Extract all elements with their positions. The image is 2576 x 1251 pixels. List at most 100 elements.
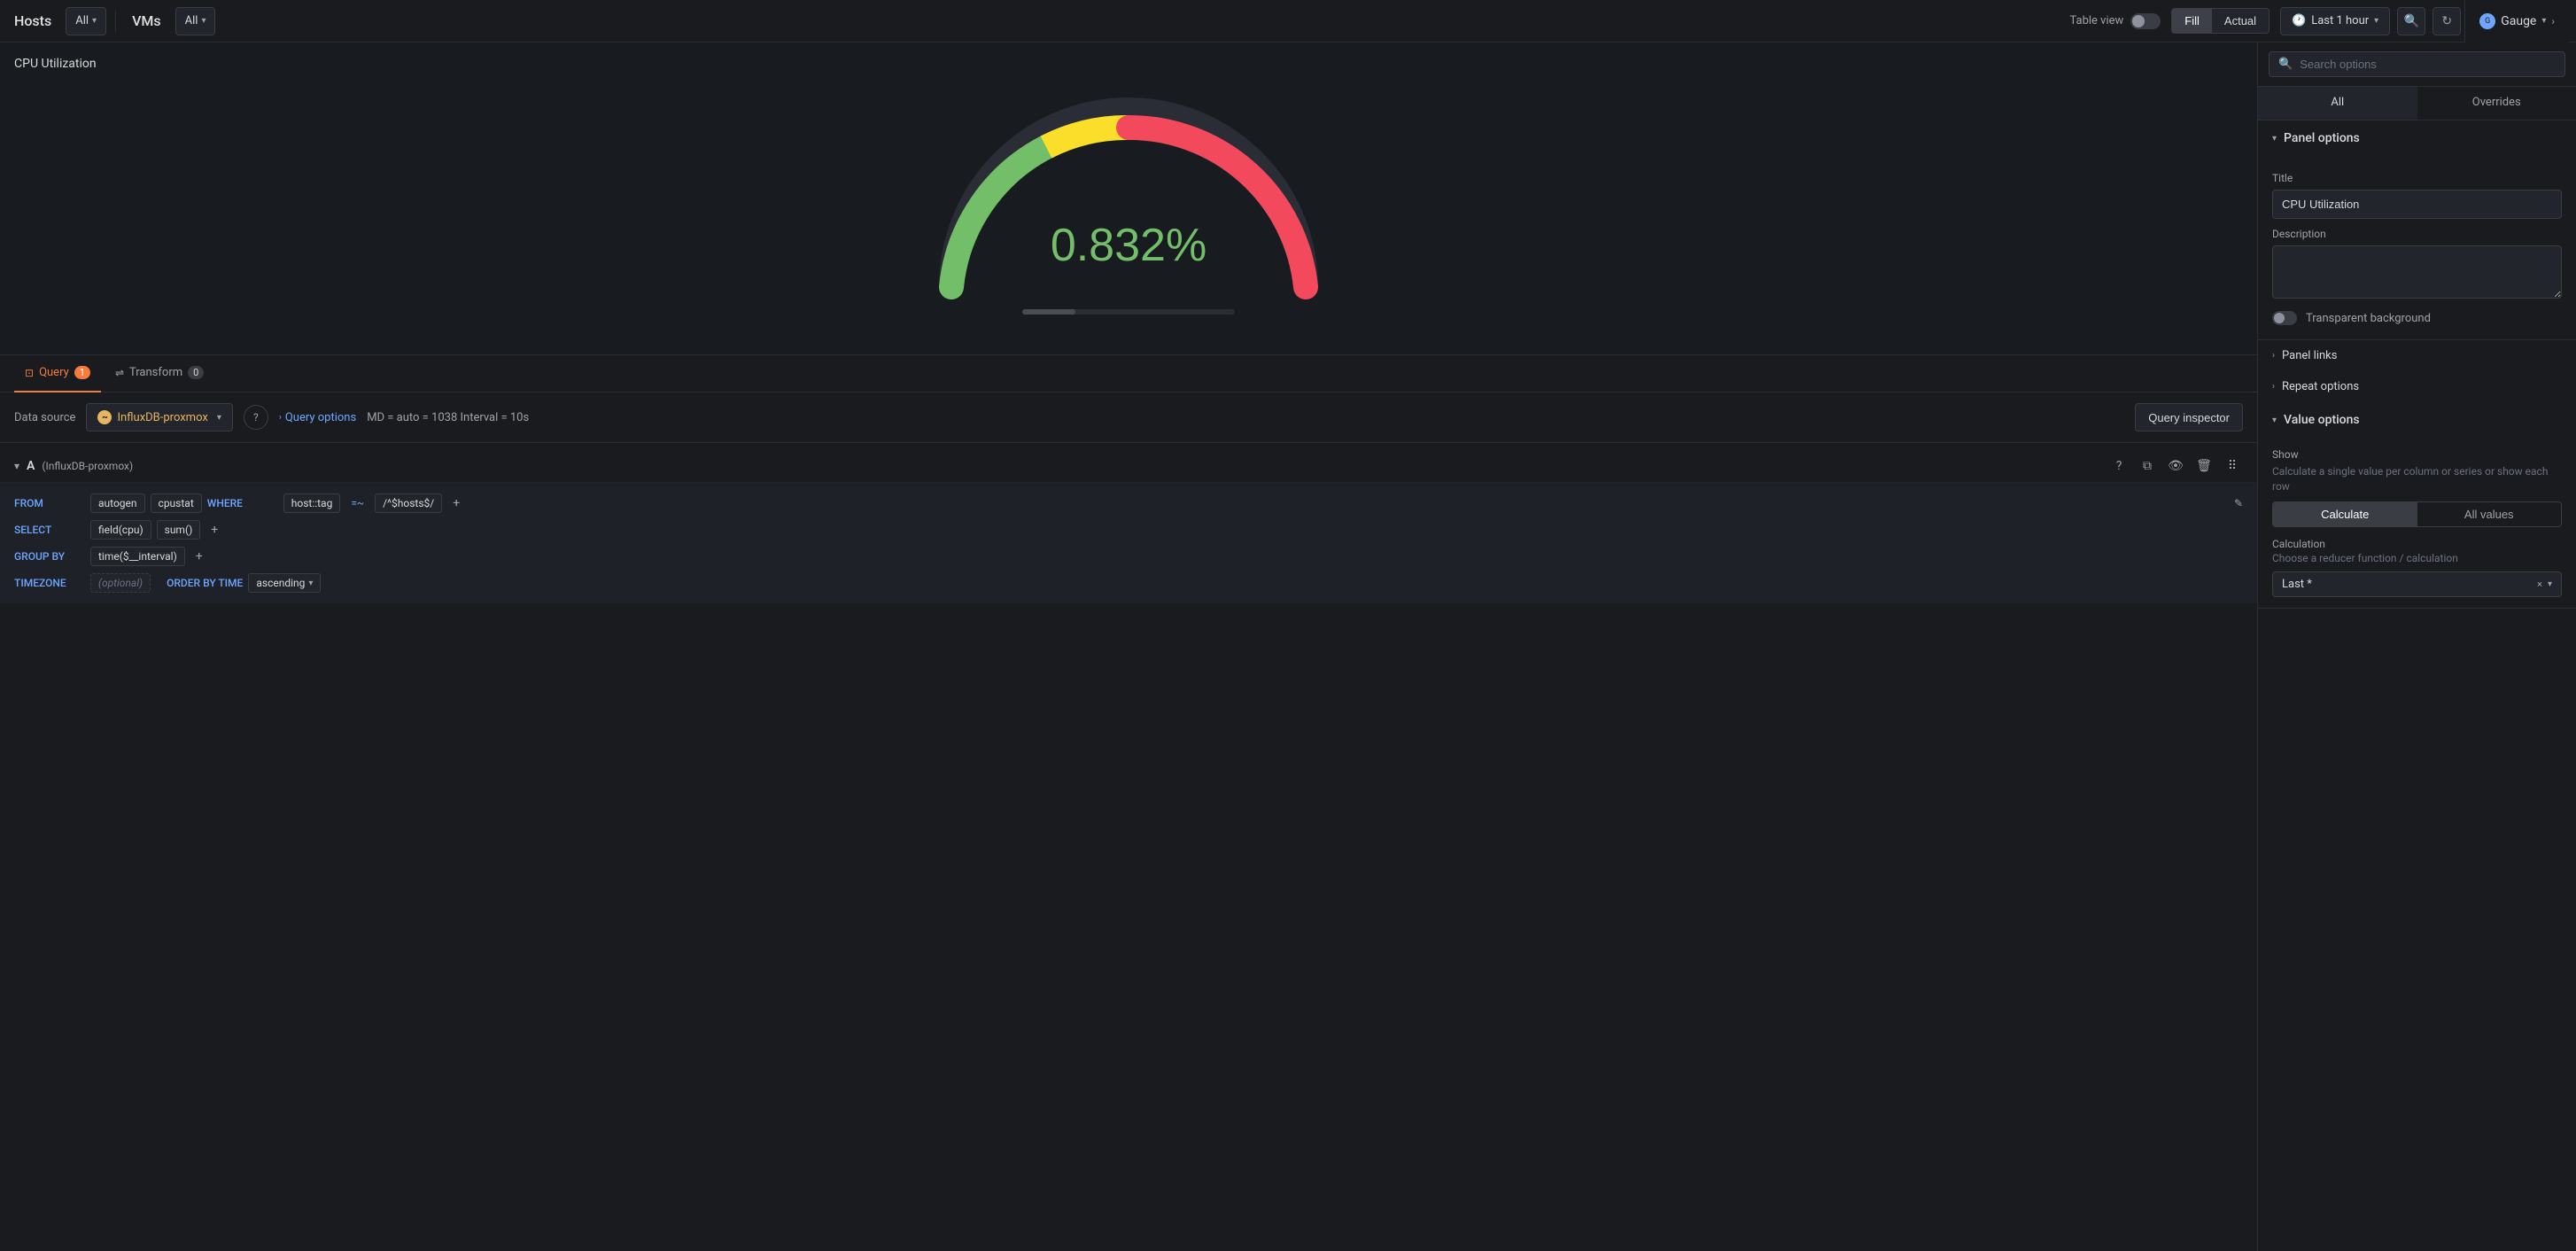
time-chevron-icon: ▾ [2374,16,2378,26]
query-options-expand-icon: › [279,413,282,423]
timezone-row: TIMEZONE (optional) ORDER BY TIME ascend… [14,570,2243,596]
gauge-icon: G [2479,13,2495,29]
select-keyword: SELECT [14,524,85,536]
tab-transform[interactable]: ⇌ Transform 0 [105,355,214,392]
select-sum[interactable]: sum() [157,520,201,540]
chart-title: CPU Utilization [14,57,97,71]
query-actions: ? ⧉ 👁 🗑 ⠿ [2108,455,2243,477]
query-source-name: (InfluxDB-proxmox) [42,460,133,472]
panel-links-title: Panel links [2282,349,2337,362]
table-view-label: Table view [2069,14,2123,27]
group-by-time[interactable]: time($__interval) [90,547,185,566]
select-add-button[interactable]: + [206,521,223,539]
value-options-title: Value options [2284,413,2360,427]
calc-select[interactable]: Last * × ▾ [2272,571,2562,597]
top-nav: Hosts All ▾ VMs All ▾ Table view Fill Ac… [0,0,2576,43]
gauge-svg: 0.832% [898,66,1359,331]
hosts-dropdown[interactable]: All ▾ [66,7,106,35]
repeat-options-header[interactable]: › Repeat options [2258,371,2576,402]
main-layout: CPU Utilization 0.832% [0,43,2576,1251]
nav-separator [115,11,116,32]
value-options-chevron-icon: ▾ [2272,416,2277,425]
order-chevron-icon: ▾ [308,579,313,588]
query-builder: ▾ A (InfluxDB-proxmox) ? ⧉ 👁 🗑 ⠿ [0,443,2257,610]
info-button[interactable]: ? [244,405,268,430]
transparent-bg-label: Transparent background [2306,312,2431,325]
fill-button[interactable]: Fill [2172,9,2212,33]
group-by-keyword: GROUP BY [14,550,85,563]
panel-chevron-icon: ▾ [2541,16,2546,26]
value-options-section: ▾ Value options Show Calculate a single … [2258,402,2576,609]
tab-overrides[interactable]: Overrides [2417,87,2576,120]
show-label: Show [2272,448,2562,461]
where-add-button[interactable]: + [447,494,465,512]
calc-label: Calculation [2272,538,2562,550]
zoom-out-icon: 🔍 [2403,14,2418,28]
gauge-panel-button[interactable]: G Gauge ▾ › [2464,0,2569,43]
query-delete-button[interactable]: 🗑 [2193,455,2215,477]
from-value-autogen[interactable]: autogen [90,493,145,513]
query-duplicate-button[interactable]: ⧉ [2137,455,2158,477]
select-field-cpu[interactable]: field(cpu) [90,520,151,540]
vms-dropdown[interactable]: All ▾ [175,7,216,35]
title-field-label: Title [2272,172,2562,184]
datasource-select[interactable]: ~ InfluxDB-proxmox ▾ [86,403,232,431]
calculate-button[interactable]: Calculate [2273,502,2417,526]
timezone-input[interactable]: (optional) [90,573,151,593]
datasource-chevron-icon: ▾ [217,413,221,423]
query-tabs: ⊡ Query 1 ⇌ Transform 0 [0,355,2257,392]
query-help-button[interactable]: ? [2108,455,2130,477]
table-view-toggle: Table view [2069,13,2161,29]
query-options-link[interactable]: › Query options [279,411,356,424]
panel-options-header[interactable]: ▾ Panel options [2258,120,2576,156]
query-drag-button[interactable]: ⠿ [2222,455,2243,477]
panel-links-chevron-icon: › [2272,351,2275,361]
tab-all[interactable]: All [2258,87,2417,120]
show-desc: Calculate a single value per column or s… [2272,464,2562,494]
panel-links-header[interactable]: › Panel links [2258,340,2576,371]
refresh-button[interactable]: ↻ [2432,7,2461,35]
where-value[interactable]: /^$hosts$/ [375,493,442,513]
gauge-container: 0.832% [14,57,2243,340]
transparent-bg-toggle[interactable] [2272,311,2297,325]
value-options-header[interactable]: ▾ Value options [2258,402,2576,438]
query-panel: ⊡ Query 1 ⇌ Transform 0 Data source ~ In… [0,354,2257,1251]
calc-chevron-icon: ▾ [2548,579,2552,589]
panel-desc-input[interactable] [2272,245,2562,299]
group-by-add-button[interactable]: + [190,548,208,565]
from-value-cpustat[interactable]: cpustat [151,493,202,513]
collapse-button[interactable]: ▾ [14,460,19,472]
where-tag[interactable]: host::tag [283,493,341,513]
panel-options-chevron-icon: ▾ [2272,134,2277,144]
query-letter: A [27,459,35,473]
hosts-chevron-icon: ▾ [92,16,97,26]
calc-desc: Choose a reducer function / calculation [2272,552,2562,564]
query-inspector-button[interactable]: Query inspector [2135,403,2243,431]
panel-title-input[interactable] [2272,190,2562,219]
all-values-button[interactable]: All values [2417,502,2562,526]
query-row-header: ▾ A (InfluxDB-proxmox) ? ⧉ 👁 🗑 ⠿ [0,450,2257,483]
transform-badge: 0 [188,366,204,379]
hosts-label: Hosts [7,12,58,29]
tab-query[interactable]: ⊡ Query 1 [14,355,101,392]
query-icon: ⊡ [25,367,34,379]
zoom-out-button[interactable]: 🔍 [2397,7,2425,35]
query-visibility-button[interactable]: 👁 [2165,455,2186,477]
actual-button[interactable]: Actual [2212,9,2269,33]
desc-field-label: Description [2272,228,2562,240]
calc-clear-icon[interactable]: × [2537,579,2542,590]
repeat-options-title: Repeat options [2282,380,2359,393]
chart-area: CPU Utilization 0.832% [0,43,2257,354]
show-options-row: Calculate All values [2272,501,2562,527]
table-view-switch[interactable] [2130,13,2161,29]
search-options-input[interactable] [2300,58,2556,71]
time-range-button[interactable]: 🕐 Last 1 hour ▾ [2280,7,2390,35]
options-tabs: All Overrides [2258,87,2576,120]
refresh-icon: ↻ [2441,14,2452,28]
vms-chevron-icon: ▾ [201,16,206,26]
transparent-bg-row: Transparent background [2272,311,2562,325]
datasource-icon: ~ [97,410,112,424]
from-edit-button[interactable]: ✎ [2234,497,2243,509]
order-by-select[interactable]: ascending ▾ [248,573,321,593]
where-operator: =~ [345,494,369,512]
